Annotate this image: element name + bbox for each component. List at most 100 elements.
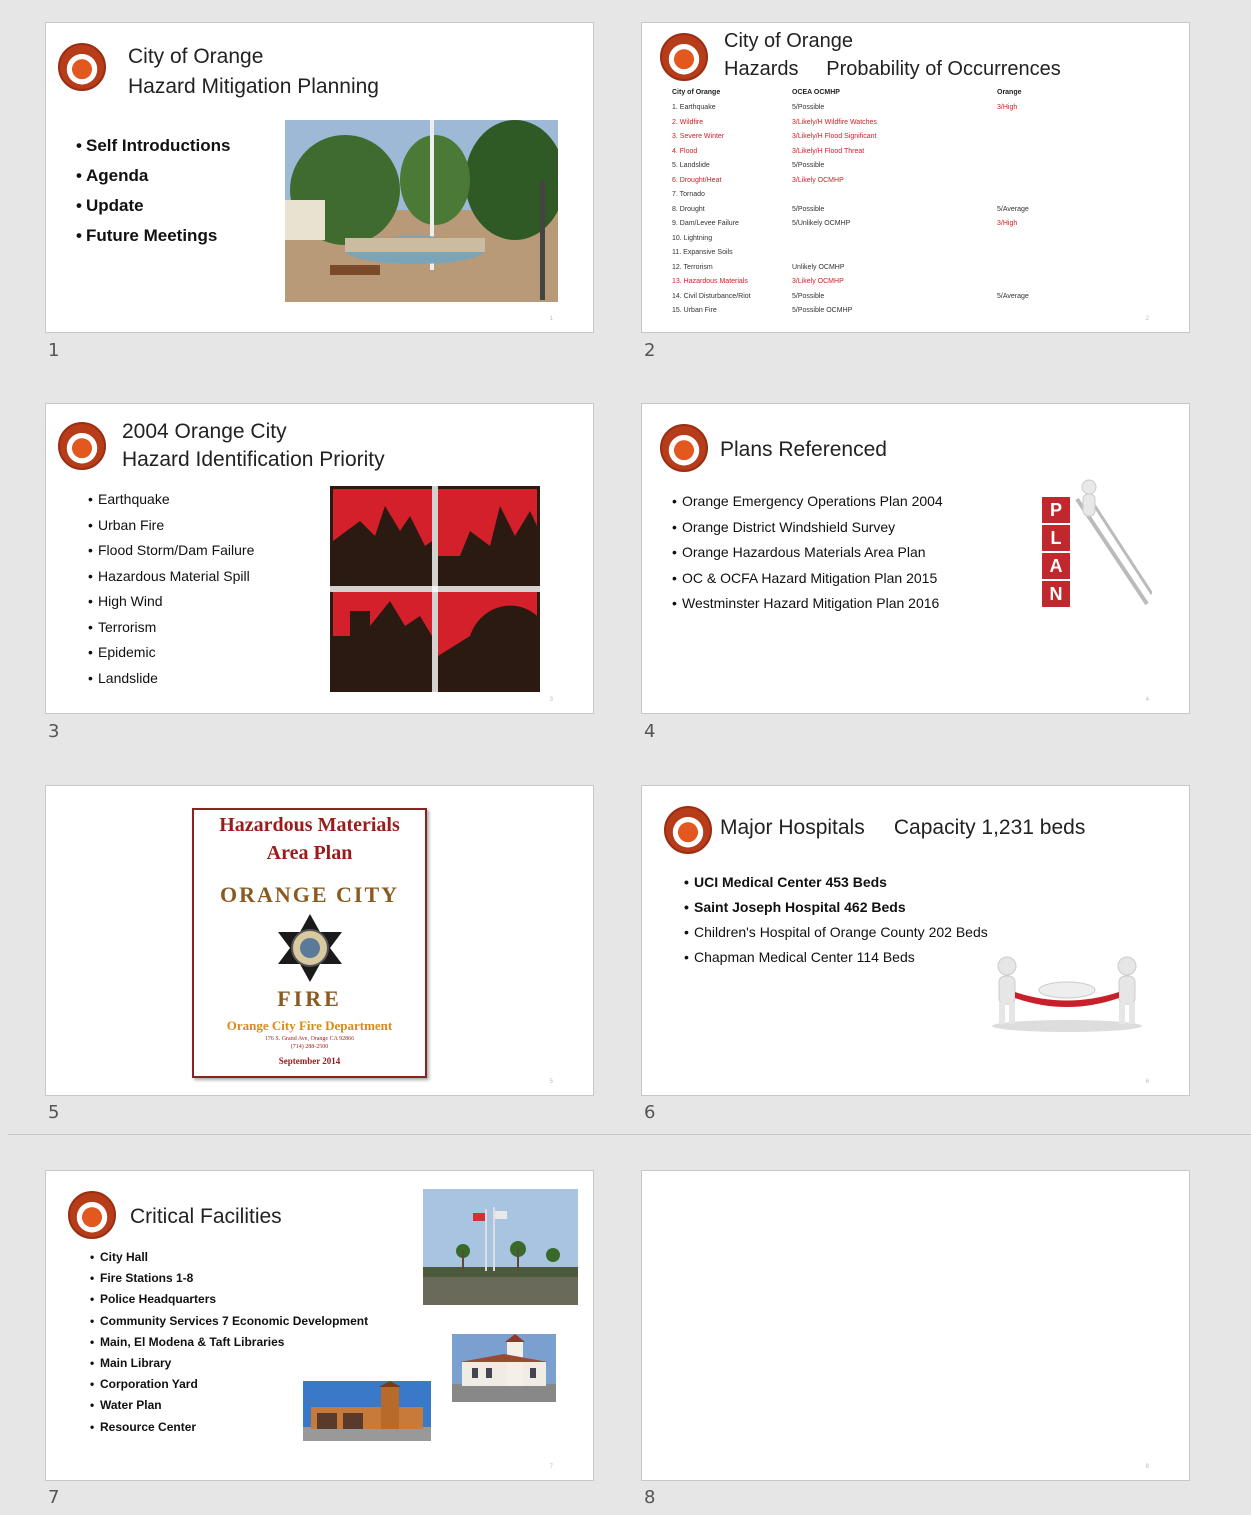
page-number-mark: 4: [1145, 697, 1149, 703]
department-phone: (714) 288-2500: [290, 1044, 329, 1050]
slide-thumbnail-3[interactable]: 2004 Orange City Hazard Identification P…: [45, 403, 594, 714]
bullet-item: Main Library: [90, 1353, 368, 1374]
disaster-silhouettes-graphic: [330, 486, 540, 692]
plan-letter-block: P: [1042, 497, 1070, 523]
hazard-ocea-cell: 3/Likely/H Flood Threat: [792, 147, 865, 155]
hazard-name-cell: 9. Dam/Levee Failure: [672, 220, 739, 227]
bullet-item: Earthquake: [88, 487, 254, 513]
slide-thumbnail-4[interactable]: Plans Referenced Orange Emergency Operat…: [641, 403, 1190, 714]
hazard-name-cell: 6. Drought/Heat: [672, 176, 722, 184]
slide-thumbnail-8[interactable]: 8: [641, 1170, 1190, 1481]
hazard-name-cell: 14. Civil Disturbance/Riot: [672, 292, 751, 300]
hazard-name-cell: 10. Lightning: [672, 234, 713, 242]
hazard-name-cell: 5. Landslide: [672, 162, 710, 169]
bullet-list: UCI Medical Center 453 Beds Saint Joseph…: [684, 870, 988, 970]
plan-letter-block: N: [1042, 581, 1070, 607]
bullet-item: Agenda: [76, 161, 231, 191]
city-seal-logo: [58, 43, 106, 91]
slide-number-4: 4: [644, 721, 656, 742]
city-seal-logo: [68, 1191, 116, 1239]
plan-letter-block: A: [1042, 553, 1070, 579]
hazard-ocea-cell: 3/Likely OCMHP: [792, 176, 844, 184]
bullet-item: Self Introductions: [76, 131, 231, 161]
hazard-name-cell: 7. Tornado: [672, 191, 705, 198]
hazard-ocea-cell: 5/Possible: [792, 205, 825, 213]
hazard-ocea-cell: Unlikely OCMHP: [792, 263, 845, 271]
page-number-mark: 1: [549, 316, 553, 322]
bullet-item: Saint Joseph Hospital 462 Beds: [684, 895, 988, 920]
slide-thumbnail-2[interactable]: City of Orange Hazards Probability of Oc…: [641, 22, 1190, 333]
bullet-item: Flood Storm/Dam Failure: [88, 538, 254, 564]
slide-title: Critical Facilities: [130, 1205, 282, 1228]
slide-thumbnail-5[interactable]: Hazardous Materials Area Plan ORANGE CIT…: [45, 785, 594, 1096]
hazard-ocea-cell: 5/Possible: [792, 292, 825, 300]
slide-thumbnail-7[interactable]: Critical Facilities City Hall Fire Stati…: [45, 1170, 594, 1481]
hazard-ocea-cell: 5/Unlikely OCMHP: [792, 220, 851, 227]
bullet-item: Hazardous Material Spill: [88, 564, 254, 590]
table-header-cell: Orange: [997, 89, 1022, 96]
slide-number-5: 5: [48, 1102, 60, 1123]
hazard-name-cell: 3. Severe Winter: [672, 133, 725, 140]
hazard-name-cell: 1. Earthquake: [672, 104, 716, 111]
bullet-item: Orange District Windshield Survey: [672, 515, 943, 541]
bullet-item: Update: [76, 191, 231, 221]
stretcher-figures-graphic: [987, 954, 1147, 1034]
hazard-name-cell: 8. Drought: [672, 205, 705, 213]
hazard-name-cell: 15. Urban Fire: [672, 307, 717, 314]
hazard-name-cell: 4. Flood: [672, 147, 698, 155]
slide-title-line2: Hazards Probability of Occurrences: [724, 58, 1061, 80]
bullet-list: Orange Emergency Operations Plan 2004 Or…: [672, 489, 943, 617]
bullet-item: Children's Hospital of Orange County 202…: [684, 920, 988, 945]
hazard-ocea-cell: 3/Likely/H Flood Significant: [792, 133, 877, 140]
cover-title-line2: Area Plan: [266, 842, 353, 864]
hazard-orange-cell: 5/Average: [997, 292, 1029, 300]
hazard-ocea-cell: 3/Likely/H Wildfire Watches: [792, 118, 877, 126]
slide-number-7: 7: [48, 1487, 60, 1508]
hazard-ocea-cell: 5/Possible: [792, 162, 825, 169]
library-building-photo: [452, 1334, 556, 1402]
fire-department-badge-icon: [274, 912, 346, 984]
bullet-item: Main, El Modena & Taft Libraries: [90, 1332, 368, 1353]
section-divider: [8, 1134, 1251, 1135]
slide-title-line2: Hazard Identification Priority: [122, 448, 385, 471]
hazard-ocea-cell: 3/Likely OCMHP: [792, 278, 844, 285]
bullet-item: Westminster Hazard Mitigation Plan 2016: [672, 591, 943, 617]
page-number-mark: 8: [1145, 1464, 1149, 1470]
bullet-item: Orange Emergency Operations Plan 2004: [672, 489, 943, 515]
hazard-orange-cell: 3/High: [997, 220, 1018, 227]
bullet-item: Urban Fire: [88, 513, 254, 539]
plaza-fountain-photo: [285, 120, 558, 302]
hazard-orange-cell: 5/Average: [997, 205, 1029, 213]
slide-title-line1: 2004 Orange City: [122, 420, 287, 443]
slide-number-2: 2: [644, 340, 656, 361]
orange-city-arc-text: ORANGE CITY: [219, 882, 400, 907]
fire-station-photo: [303, 1381, 431, 1441]
bullet-item: Community Services 7 Economic Developmen…: [90, 1311, 368, 1332]
page-number-mark: 2: [1145, 316, 1149, 322]
bullet-item: Epidemic: [88, 640, 254, 666]
fire-text: FIRE: [277, 986, 342, 1011]
cover-date: September 2014: [278, 1056, 341, 1066]
bullet-item: Landslide: [88, 666, 254, 692]
slide-title: Plans Referenced: [720, 438, 887, 461]
city-seal-logo: [660, 424, 708, 472]
slide-title-line2: Hazard Mitigation Planning: [128, 75, 379, 98]
bullet-item: OC & OCFA Hazard Mitigation Plan 2015: [672, 566, 943, 592]
city-hall-flags-photo: [423, 1189, 578, 1305]
bullet-item: Police Headquarters: [90, 1289, 368, 1310]
bullet-item: Orange Hazardous Materials Area Plan: [672, 540, 943, 566]
bullet-list: Self Introductions Agenda Update Future …: [76, 131, 231, 251]
slide-thumbnail-6[interactable]: Major Hospitals Capacity 1,231 beds UCI …: [641, 785, 1190, 1096]
plan-letter-block: L: [1042, 525, 1070, 551]
slide-thumbnail-1[interactable]: City of Orange Hazard Mitigation Plannin…: [45, 22, 594, 333]
hazard-orange-cell: 3/High: [997, 104, 1018, 111]
hazard-name-cell: 11. Expansive Soils: [672, 249, 733, 256]
hazmat-plan-cover: Hazardous Materials Area Plan ORANGE CIT…: [192, 808, 427, 1078]
slide-title: Major Hospitals Capacity 1,231 beds: [720, 816, 1086, 839]
bullet-item: Chapman Medical Center 114 Beds: [684, 945, 988, 970]
page-number-mark: 5: [549, 1079, 553, 1085]
page-number-mark: 3: [549, 697, 553, 703]
slide-number-1: 1: [48, 340, 60, 361]
hazard-ocea-cell: 5/Possible: [792, 104, 825, 111]
bullet-item: Fire Stations 1-8: [90, 1268, 368, 1289]
